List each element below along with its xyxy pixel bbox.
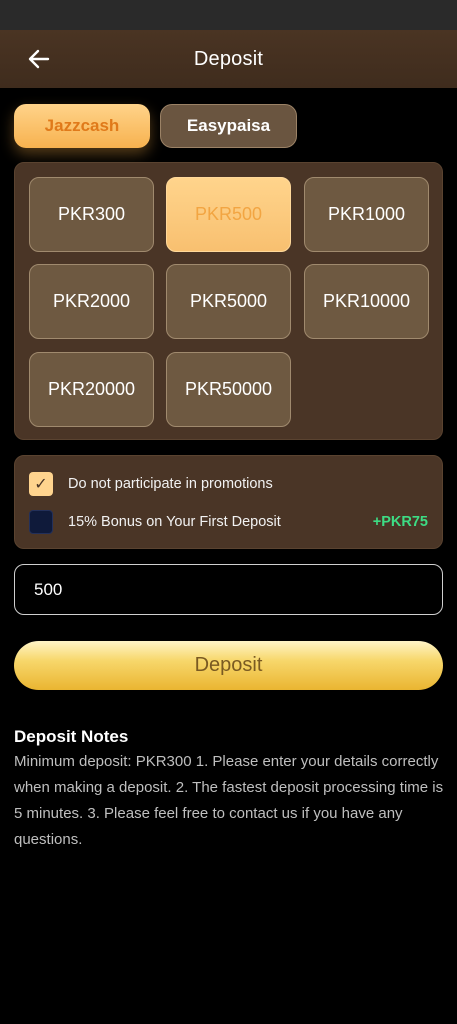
deposit-notes-title: Deposit Notes: [14, 727, 129, 746]
deposit-button[interactable]: Deposit: [14, 641, 443, 690]
amount-option-pkr300[interactable]: PKR300: [29, 177, 154, 252]
deposit-notes-text: Minimum deposit: PKR300 1. Please enter …: [14, 753, 444, 848]
amount-option-pkr10000[interactable]: PKR10000: [304, 264, 429, 339]
arrow-left-icon: [28, 49, 50, 69]
amount-options-panel: PKR300 PKR500 PKR1000 PKR2000 PKR5000 PK…: [14, 162, 443, 440]
back-button[interactable]: [22, 44, 56, 74]
opt-out-label: Do not participate in promotions: [68, 476, 273, 492]
amount-option-pkr2000[interactable]: PKR2000: [29, 264, 154, 339]
page-title: Deposit: [193, 47, 264, 70]
first-deposit-bonus-checkbox[interactable]: [29, 510, 53, 534]
amount-option-pkr1000[interactable]: PKR1000: [304, 177, 429, 252]
promotion-panel: ✓ Do not participate in promotions 15% B…: [14, 455, 443, 549]
amount-option-pkr500[interactable]: PKR500: [166, 177, 291, 252]
promo-opt-out-row[interactable]: ✓ Do not participate in promotions: [29, 472, 273, 496]
amount-input[interactable]: 500: [14, 564, 443, 615]
status-bar: [0, 0, 457, 30]
amount-option-pkr50000[interactable]: PKR50000: [166, 352, 291, 427]
checkmark-icon: ✓: [34, 476, 48, 493]
top-bar: Deposit: [0, 30, 457, 88]
opt-out-checkbox[interactable]: ✓: [29, 472, 53, 496]
amount-option-pkr20000[interactable]: PKR20000: [29, 352, 154, 427]
promo-first-deposit-row[interactable]: 15% Bonus on Your First Deposit: [29, 510, 281, 534]
first-deposit-bonus-label: 15% Bonus on Your First Deposit: [68, 514, 281, 530]
bonus-amount: +PKR75: [372, 514, 428, 530]
amount-option-pkr5000[interactable]: PKR5000: [166, 264, 291, 339]
tab-jazzcash[interactable]: Jazzcash: [14, 104, 150, 148]
tab-easypaisa[interactable]: Easypaisa: [160, 104, 297, 148]
